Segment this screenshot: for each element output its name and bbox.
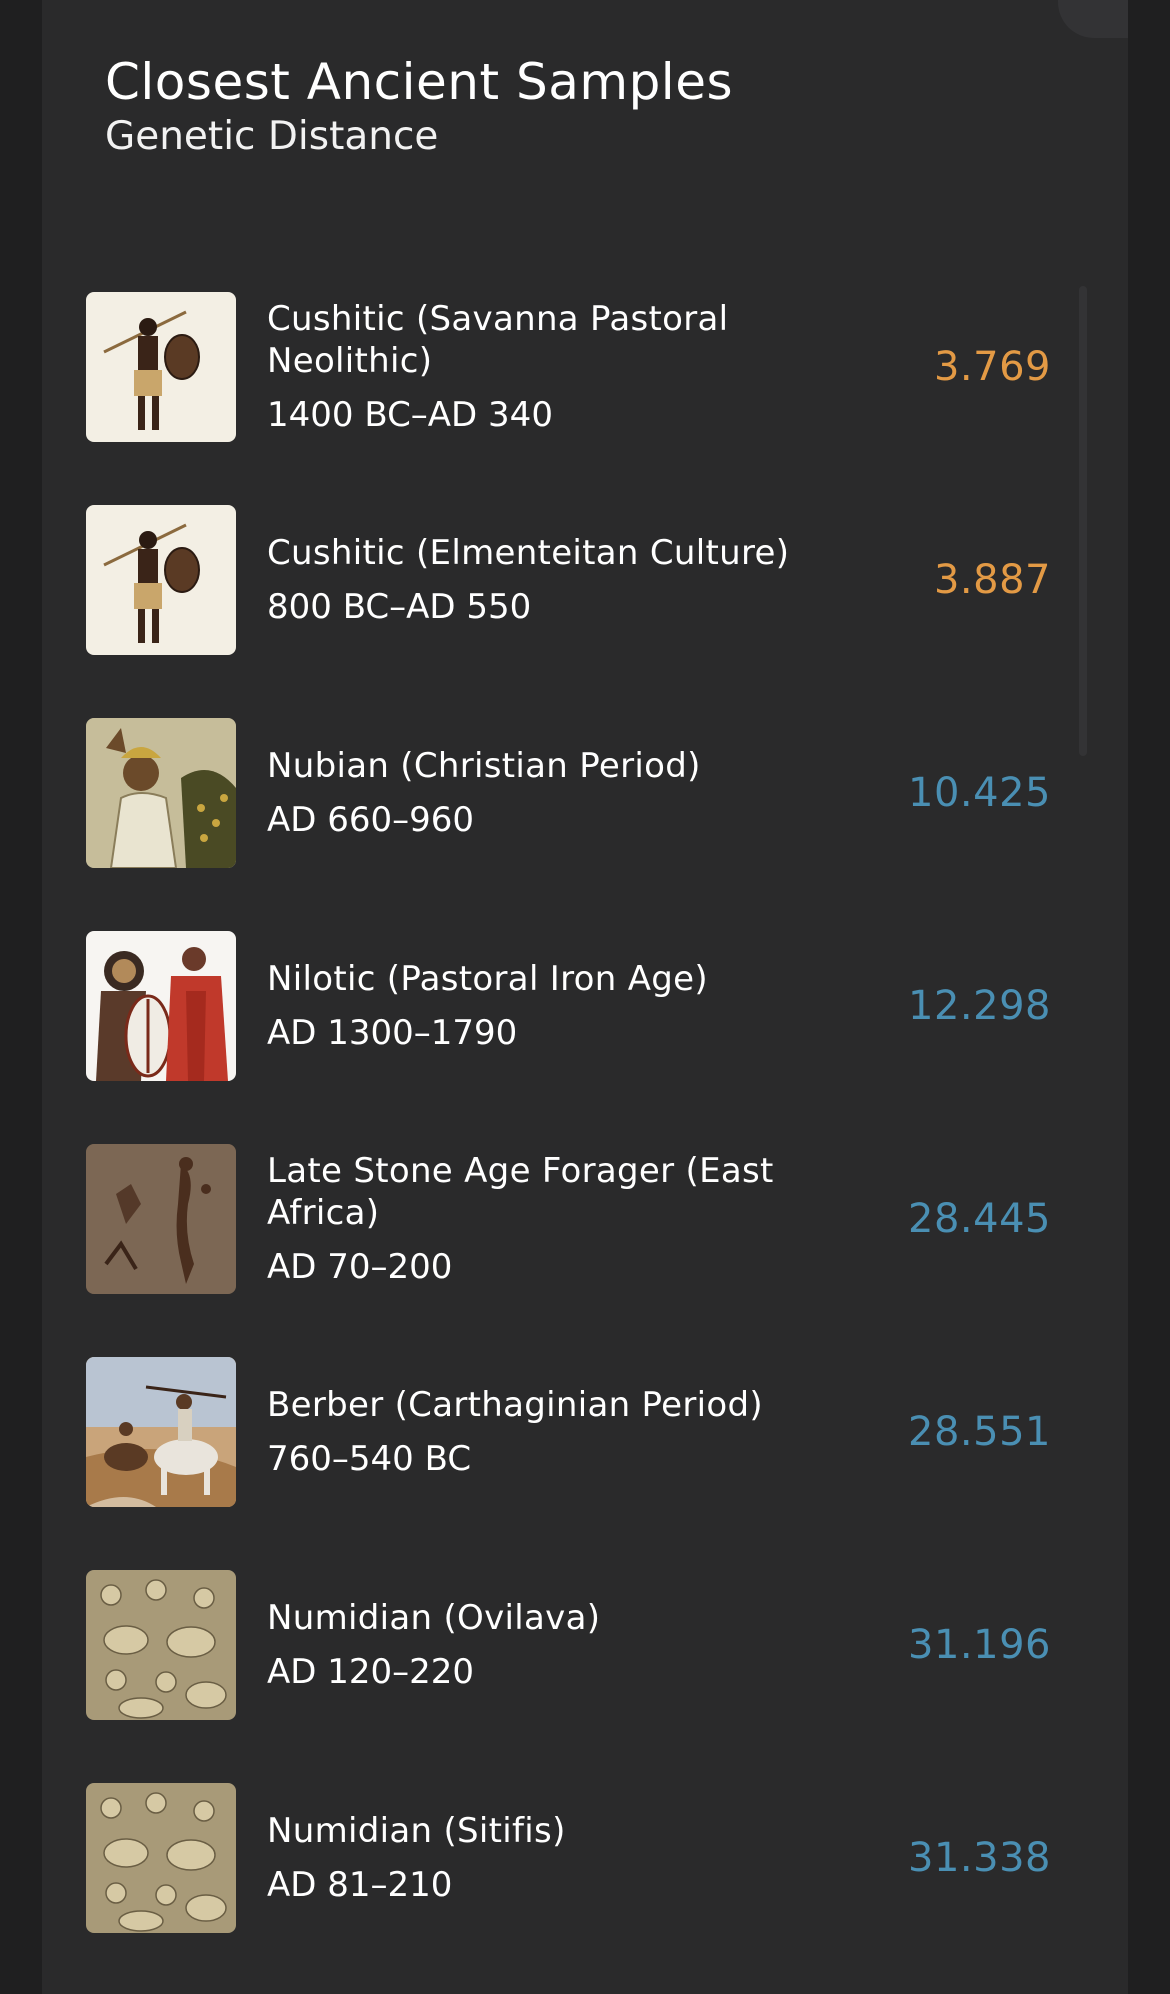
samples-list[interactable]: Cushitic (Savanna Pastoral Neolithic) 14…	[86, 292, 1051, 1994]
genetic-distance-value: 3.769	[933, 344, 1051, 390]
list-item[interactable]: Nilotic (Pastoral Iron Age) AD 1300–1790…	[86, 931, 1051, 1144]
corner-tab[interactable]	[1058, 0, 1128, 38]
rock-art-image	[86, 1144, 236, 1294]
sample-info: Late Stone Age Forager (East Africa) AD …	[267, 1144, 867, 1294]
list-item[interactable]: Cushitic (Elmenteitan Culture) 800 BC–AD…	[86, 505, 1051, 718]
list-item[interactable]: Berber (Carthaginian Period) 760–540 BC …	[86, 1357, 1051, 1570]
sample-name: Nubian (Christian Period)	[267, 746, 701, 786]
sample-dates: AD 70–200	[267, 1247, 453, 1287]
genetic-distance-value: 28.445	[908, 1196, 1051, 1242]
sample-dates: 760–540 BC	[267, 1439, 472, 1479]
page-subtitle: Genetic Distance	[105, 114, 439, 159]
sample-name: Numidian (Sitifis)	[267, 1811, 566, 1851]
list-item[interactable]: Cushitic (Savanna Pastoral Neolithic) 14…	[86, 292, 1051, 505]
berber-riders-image	[86, 1357, 236, 1507]
sample-info: Nubian (Christian Period) AD 660–960	[267, 718, 867, 868]
sample-name: Nilotic (Pastoral Iron Age)	[267, 959, 708, 999]
sample-info: Cushitic (Elmenteitan Culture) 800 BC–AD…	[267, 505, 867, 655]
nubian-fresco-image	[86, 718, 236, 868]
genetic-distance-value: 31.338	[908, 1835, 1051, 1881]
sample-name: Late Stone Age Forager (East Africa)	[267, 1151, 774, 1233]
cushitic-warrior-image	[86, 505, 236, 655]
sample-dates: 800 BC–AD 550	[267, 587, 532, 627]
page-title: Closest Ancient Samples	[105, 53, 734, 111]
genetic-distance-value: 12.298	[908, 983, 1051, 1029]
sample-name: Berber (Carthaginian Period)	[267, 1385, 763, 1425]
sample-name: Cushitic (Elmenteitan Culture)	[267, 533, 790, 573]
sample-info: Berber (Carthaginian Period) 760–540 BC	[267, 1357, 867, 1507]
list-item[interactable]: Numidian (Ovilava) AD 120–220 31.196	[86, 1570, 1051, 1783]
genetic-distance-value: 28.551	[908, 1409, 1051, 1455]
sample-name: Cushitic (Savanna Pastoral Neolithic)	[267, 299, 729, 381]
nilotic-herders-image	[86, 931, 236, 1081]
list-item[interactable]: Late Stone Age Forager (East Africa) AD …	[86, 1144, 1051, 1357]
sample-dates: AD 660–960	[267, 800, 475, 840]
list-item[interactable]: Nubian (Christian Period) AD 660–960 10.…	[86, 718, 1051, 931]
sample-dates: AD 1300–1790	[267, 1013, 518, 1053]
sample-dates: AD 81–210	[267, 1865, 453, 1905]
sample-name: Numidian (Ovilava)	[267, 1598, 601, 1638]
relief-carving-image	[86, 1570, 236, 1720]
sample-info: Numidian (Ovilava) AD 120–220	[267, 1570, 867, 1720]
list-item[interactable]: Numidian (Sitifis) AD 81–210 31.338	[86, 1783, 1051, 1994]
genetic-distance-value: 10.425	[908, 770, 1051, 816]
genetic-distance-value: 31.196	[908, 1622, 1051, 1668]
sample-dates: 1400 BC–AD 340	[267, 395, 553, 435]
sample-dates: AD 120–220	[267, 1652, 475, 1692]
cushitic-warrior-image	[86, 292, 236, 442]
sample-info: Nilotic (Pastoral Iron Age) AD 1300–1790	[267, 931, 867, 1081]
genetic-distance-value: 3.887	[933, 557, 1051, 603]
sample-info: Cushitic (Savanna Pastoral Neolithic) 14…	[267, 292, 867, 442]
sample-info: Numidian (Sitifis) AD 81–210	[267, 1783, 867, 1933]
header: Closest Ancient Samples Genetic Distance	[105, 52, 733, 162]
scrollbar[interactable]	[1079, 286, 1087, 756]
page: Closest Ancient Samples Genetic Distance	[0, 0, 1170, 1994]
relief-carving-image	[86, 1783, 236, 1933]
